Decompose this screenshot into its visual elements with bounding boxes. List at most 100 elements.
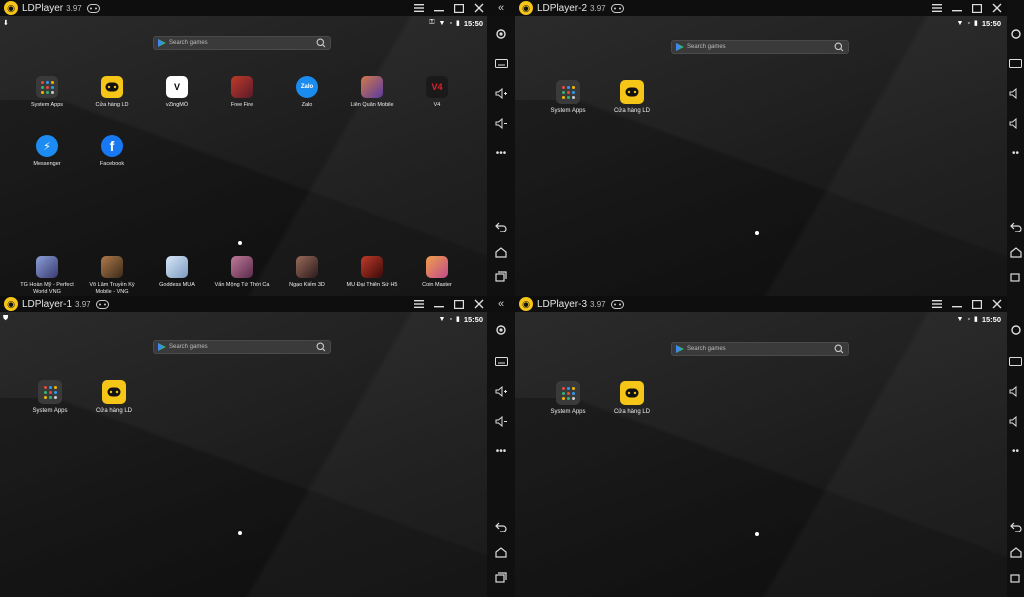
version-label: 3.97 — [66, 3, 82, 13]
app-ngao-kiem[interactable]: Ngạo Kiếm 3D — [276, 256, 338, 289]
app-perfect-world[interactable]: TG Hoàn Mỹ - Perfect World VNG — [16, 256, 78, 296]
more-icon[interactable]: •• — [1007, 441, 1024, 461]
app-coin-master[interactable]: Coin Master — [406, 256, 468, 289]
gamepad-icon[interactable] — [610, 299, 625, 309]
search-bar[interactable]: Search games — [153, 340, 331, 354]
minimize-icon[interactable] — [947, 0, 967, 16]
more-icon[interactable]: ••• — [487, 143, 515, 163]
titlebar[interactable]: ◉ LDPlayer-3 3.97 — [515, 296, 1007, 312]
volume-down-icon[interactable] — [1007, 113, 1024, 133]
app-ld-store[interactable]: Cửa hàng LD — [601, 381, 663, 417]
back-icon[interactable] — [1007, 217, 1024, 237]
back-icon[interactable] — [487, 517, 515, 537]
search-icon[interactable] — [316, 342, 326, 352]
menu-icon[interactable] — [409, 0, 429, 16]
volume-down-icon[interactable] — [487, 411, 515, 431]
titlebar[interactable]: ◉ LDPlayer 3.97 — [0, 0, 489, 16]
titlebar[interactable]: ◉ LDPlayer-2 3.97 — [515, 0, 1007, 16]
settings-icon[interactable] — [487, 320, 515, 340]
app-ld-store[interactable]: Cửa hàng LD — [81, 76, 143, 109]
maximize-icon[interactable] — [967, 296, 987, 312]
volume-down-icon[interactable] — [1007, 411, 1024, 431]
app-van-mong[interactable]: Vấn Mộng Tứ Thời Ca — [211, 256, 273, 289]
titlebar[interactable]: ◉ LDPlayer-1 3.97 — [0, 296, 489, 312]
app-ld-store[interactable]: Cửa hàng LD — [601, 80, 663, 116]
window-ldplayer: ◉ LDPlayer 3.97 ⬇ ⚿ ▼ ▫ ▮ 15:50 Search g… — [0, 0, 489, 296]
menu-icon[interactable] — [927, 0, 947, 16]
wifi-icon: ▼ — [438, 19, 446, 27]
home-icon[interactable] — [1007, 242, 1024, 262]
settings-icon[interactable] — [1007, 24, 1024, 44]
app-zalo[interactable]: Zalo Zalo — [276, 76, 338, 109]
android-screen[interactable]: ⬇ ⚿ ▼ ▫ ▮ 15:50 Search games System Apps… — [0, 16, 489, 296]
android-screen[interactable]: ▼ ▫ ▮ 15:50 Search games System Apps Cửa… — [515, 312, 1007, 597]
minimize-icon[interactable] — [429, 296, 449, 312]
collapse-strip[interactable]: « — [487, 0, 515, 16]
gamepad-icon[interactable] — [86, 3, 101, 13]
search-placeholder: Search games — [687, 346, 726, 352]
menu-icon[interactable] — [409, 296, 429, 312]
recent-apps-icon[interactable] — [487, 266, 515, 286]
android-screen[interactable]: ▼ ▫ ▮ 15:50 Search games System Apps Cửa… — [515, 16, 1007, 296]
app-ld-store[interactable]: Cửa hàng LD — [83, 380, 145, 416]
search-bar[interactable]: Search games — [671, 40, 849, 54]
keyboard-icon[interactable] — [1007, 351, 1024, 371]
app-system-apps[interactable]: System Apps — [16, 76, 78, 109]
close-icon[interactable] — [987, 296, 1007, 312]
recent-apps-icon[interactable] — [487, 567, 515, 587]
app-lien-quan[interactable]: Liên Quân Mobile — [341, 76, 403, 109]
gamepad-icon[interactable] — [95, 299, 110, 309]
search-icon[interactable] — [834, 42, 844, 52]
app-goddess-mua[interactable]: Goddess MUA — [146, 256, 208, 289]
maximize-icon[interactable] — [449, 296, 469, 312]
app-system-apps[interactable]: System Apps — [537, 80, 599, 116]
search-bar[interactable]: Search games — [671, 342, 849, 356]
android-screen[interactable]: ⛊ ▼ ▫ ▮ 15:50 Search games System Apps C… — [0, 312, 489, 597]
keyboard-icon[interactable] — [487, 53, 515, 73]
app-mu[interactable]: MU Đại Thiên Sứ H5 — [341, 256, 403, 289]
maximize-icon[interactable] — [449, 0, 469, 16]
gamepad-icon[interactable] — [610, 3, 625, 13]
volume-up-icon[interactable] — [487, 381, 515, 401]
volume-up-icon[interactable] — [487, 83, 515, 103]
app-system-apps[interactable]: System Apps — [537, 381, 599, 417]
keyboard-icon[interactable] — [1007, 53, 1024, 73]
window-ldplayer-1: ◉ LDPlayer-1 3.97 ⛊ ▼ ▫ ▮ 15:50 Search g… — [0, 296, 489, 597]
minimize-icon[interactable] — [429, 0, 449, 16]
home-icon[interactable] — [487, 542, 515, 562]
recent-apps-icon[interactable] — [1007, 567, 1024, 587]
settings-icon[interactable] — [487, 24, 515, 44]
collapse-sidebar-icon[interactable]: « — [498, 298, 504, 310]
keyboard-icon[interactable] — [487, 351, 515, 371]
app-v4[interactable]: V4 V4 — [406, 76, 468, 109]
recent-apps-icon[interactable] — [1007, 266, 1024, 286]
app-vzing[interactable]: V vZingMÒ — [146, 76, 208, 109]
app-facebook[interactable]: f Facebook — [81, 135, 143, 168]
volume-down-icon[interactable] — [487, 113, 515, 133]
volume-up-icon[interactable] — [1007, 381, 1024, 401]
minimize-icon[interactable] — [947, 296, 967, 312]
more-icon[interactable]: ••• — [487, 441, 515, 461]
back-icon[interactable] — [1007, 517, 1024, 537]
more-icon[interactable]: •• — [1007, 143, 1024, 163]
app-free-fire[interactable]: Free Fire — [211, 76, 273, 109]
maximize-icon[interactable] — [967, 0, 987, 16]
menu-icon[interactable] — [927, 296, 947, 312]
back-icon[interactable] — [487, 217, 515, 237]
app-vo-lam[interactable]: Võ Lâm Truyền Kỳ Mobile - VNG — [81, 256, 143, 296]
collapse-strip[interactable]: « — [487, 296, 515, 312]
home-icon[interactable] — [487, 242, 515, 262]
collapse-sidebar-icon[interactable]: « — [498, 2, 504, 14]
app-messenger[interactable]: ⚡ Messenger — [16, 135, 78, 168]
search-icon[interactable] — [316, 38, 326, 48]
volume-up-icon[interactable] — [1007, 83, 1024, 103]
settings-icon[interactable] — [1007, 320, 1024, 340]
home-icon[interactable] — [1007, 542, 1024, 562]
search-bar[interactable]: Search games — [153, 36, 331, 50]
search-icon[interactable] — [834, 344, 844, 354]
close-icon[interactable] — [469, 296, 489, 312]
close-icon[interactable] — [987, 0, 1007, 16]
app-system-apps[interactable]: System Apps — [19, 380, 81, 416]
clock: 15:50 — [981, 18, 1001, 28]
close-icon[interactable] — [469, 0, 489, 16]
